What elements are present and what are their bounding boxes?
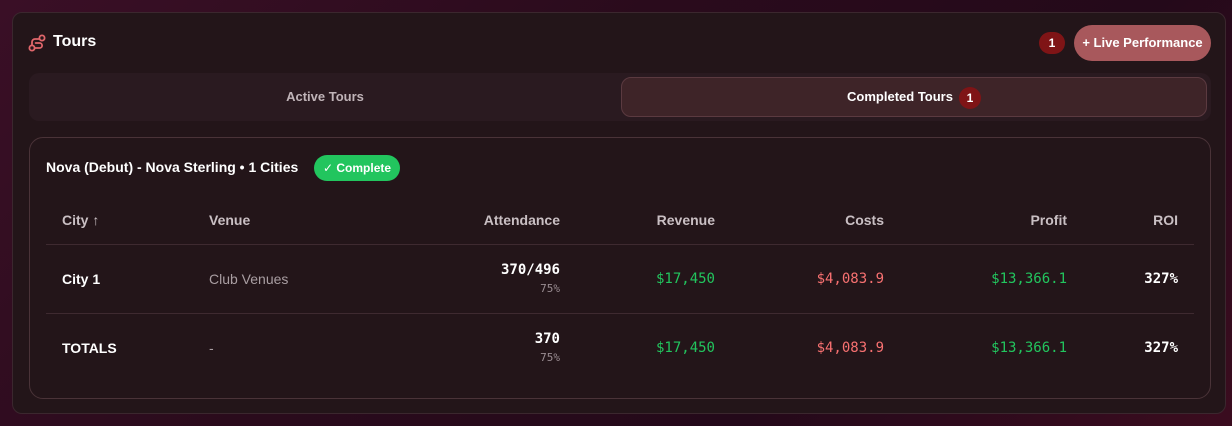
row-divider [46,313,1194,314]
status-badge: ✓ Complete [314,155,401,181]
tours-header: Tours 1 + Live Performance [13,13,1225,73]
cell-costs: $4,083.9 [816,271,884,287]
column-header-revenue[interactable]: Revenue [570,212,715,228]
totals-label: TOTALS [62,340,117,356]
totals-costs: $4,083.9 [816,340,884,356]
completed-count-badge: 1 [958,86,981,109]
tour-count-badge: 1 [1039,32,1065,54]
cell-revenue: $17,450 [655,271,715,287]
page-title: Tours [53,33,97,50]
cell-attendance-pct: 75% [540,282,560,295]
tab-completed-tours-label: Completed Tours [847,89,953,104]
tour-name: Nova (Debut) - Nova Sterling • 1 Cities [46,159,299,175]
cell-roi: 327% [1144,271,1178,287]
tours-panel: Tours 1 + Live Performance Active Tours … [12,12,1226,414]
live-performance-button[interactable]: + Live Performance [1074,25,1211,61]
column-header-costs[interactable]: Costs [730,212,884,228]
tab-completed-tours[interactable]: Completed Tours 1 [621,77,1207,117]
tour-card: Nova (Debut) - Nova Sterling • 1 Cities … [29,137,1211,399]
totals-venue: - [209,340,214,356]
tab-active-tours-label: Active Tours [286,89,364,104]
tour-tabs: Active Tours Completed Tours 1 [29,73,1211,121]
tab-active-tours[interactable]: Active Tours [33,77,617,117]
header-divider [46,244,1194,245]
column-header-venue[interactable]: Venue [209,212,250,228]
totals-attendance: 370 [534,331,560,347]
cell-city: City 1 [62,271,101,287]
totals-profit: $13,366.1 [991,340,1067,356]
column-header-profit[interactable]: Profit [910,212,1067,228]
totals-roi: 327% [1144,340,1178,356]
cell-venue: Club Venues [209,271,289,287]
column-header-city[interactable]: City ↑ [62,212,99,228]
route-icon [28,34,46,52]
totals-attendance-pct: 75% [540,351,560,364]
column-header-attendance[interactable]: Attendance [410,212,560,228]
cell-profit: $13,366.1 [991,271,1067,287]
totals-revenue: $17,450 [655,340,715,356]
column-header-roi[interactable]: ROI [1090,212,1178,228]
cell-attendance: 370/496 [500,262,560,278]
